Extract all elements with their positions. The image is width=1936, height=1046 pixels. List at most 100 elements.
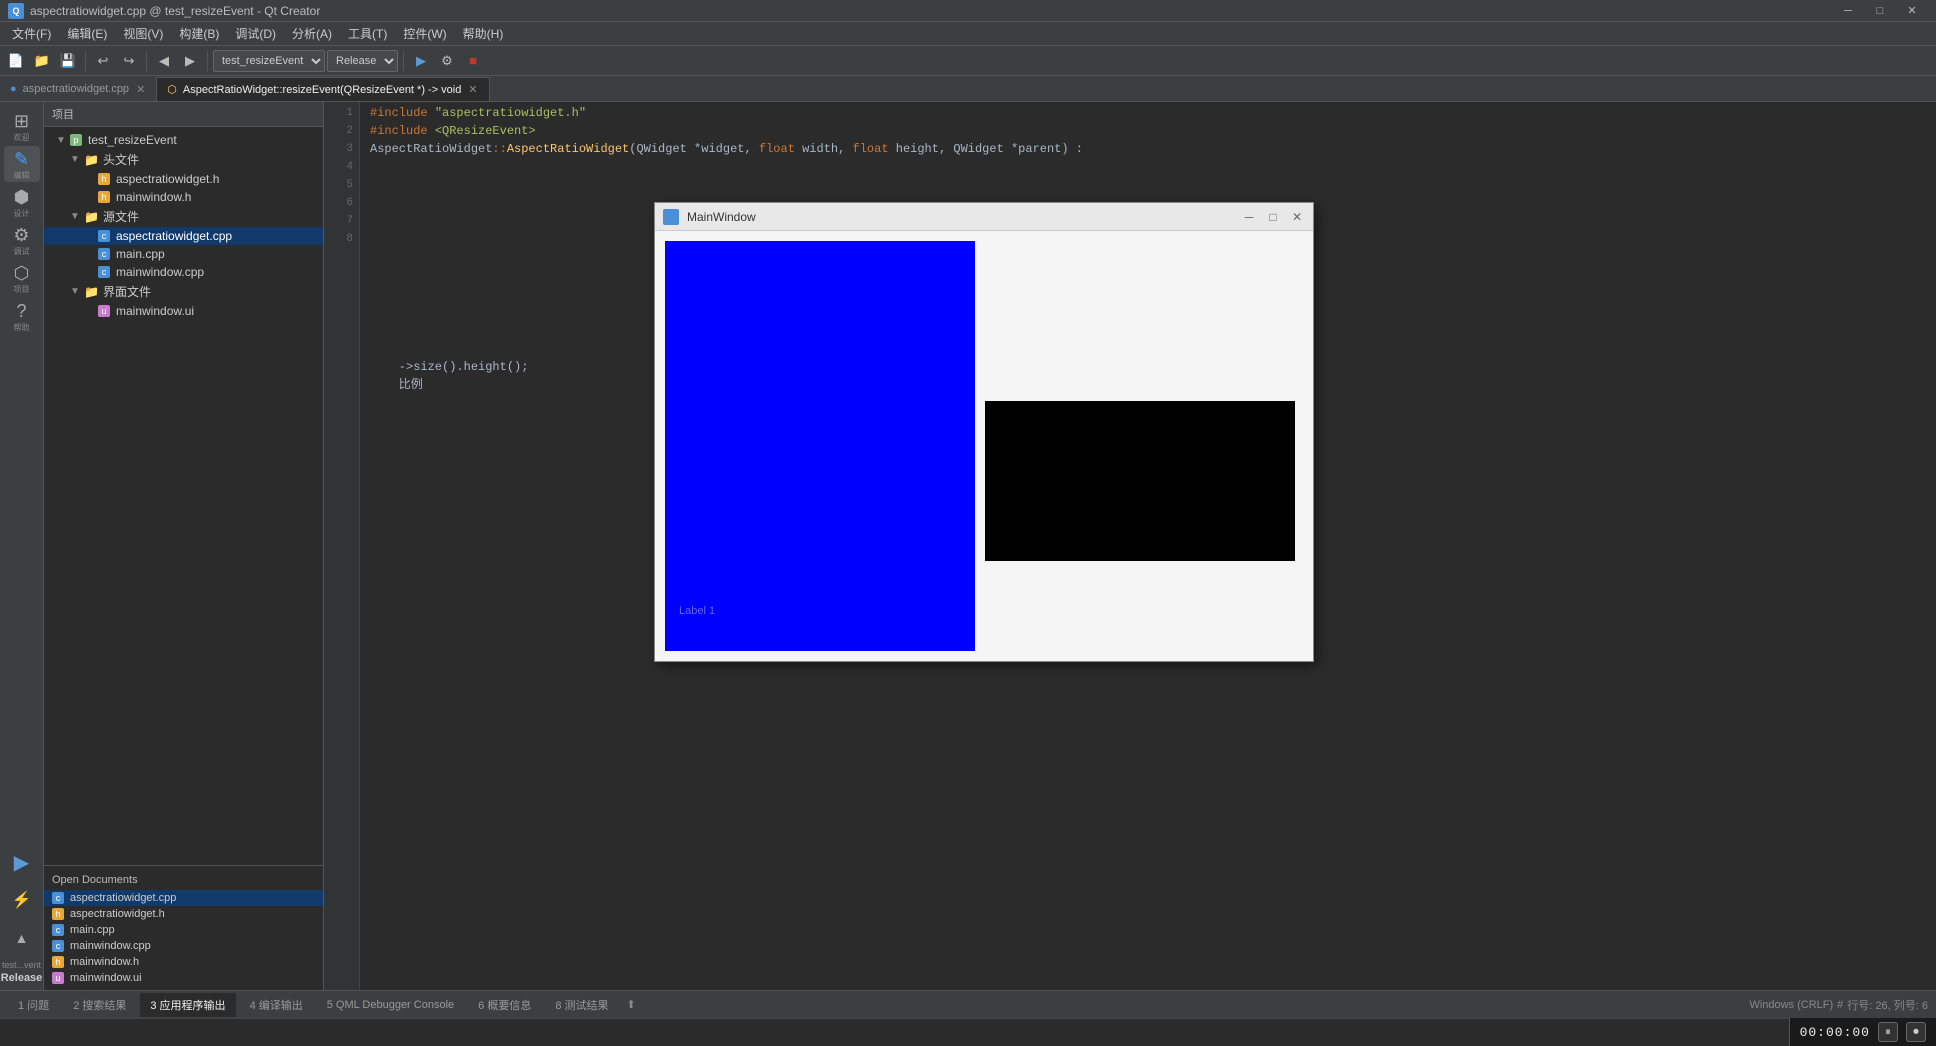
menu-tools[interactable]: 工具(T): [340, 22, 395, 45]
line-numbers: 1 2 3 4 5 6 7 8: [324, 102, 360, 990]
tree-item-ui-folder[interactable]: ▼ 📁 界面文件: [44, 281, 323, 302]
ui-icon: u: [98, 305, 110, 317]
window-controls: ─ □ ✕: [1832, 0, 1928, 22]
label-1-text: Label 1: [675, 601, 719, 621]
menu-debug[interactable]: 调试(D): [227, 22, 284, 45]
mainwindow-preview[interactable]: MainWindow ─ □ ✕ Label 1: [654, 202, 1314, 662]
tree-item-main-cpp[interactable]: c main.cpp: [44, 245, 323, 263]
mw-close[interactable]: ✕: [1289, 209, 1305, 225]
timer-pause-button[interactable]: ⏸: [1878, 1022, 1898, 1042]
toolbar-build[interactable]: ▶: [409, 49, 433, 73]
app-icon: Q: [8, 3, 24, 19]
menu-controls[interactable]: 控件(W): [395, 22, 454, 45]
debug-icon: ⚙: [13, 225, 29, 246]
menu-file[interactable]: 文件(F): [4, 22, 59, 45]
doc-item-mainwindow-h[interactable]: h mainwindow.h: [44, 954, 323, 970]
run-button[interactable]: ▶: [4, 844, 40, 880]
welcome-label: 欢迎: [14, 134, 30, 142]
menu-view[interactable]: 视图(V): [115, 22, 171, 45]
tab-close-1[interactable]: ✕: [135, 83, 146, 96]
line-num-6: 6: [346, 194, 353, 212]
timer-display: 00:00:00: [1800, 1025, 1870, 1040]
run-cmake-button[interactable]: ▲: [4, 920, 40, 956]
maximize-button[interactable]: □: [1864, 0, 1896, 22]
out-tab-tests[interactable]: 8 测试结果: [545, 993, 618, 1017]
close-button[interactable]: ✕: [1896, 0, 1928, 22]
build-run-button[interactable]: ⚡: [4, 882, 40, 918]
tab-bar: ● aspectratiowidget.cpp ✕ ⬡ AspectRatioW…: [0, 76, 1936, 102]
project-selector[interactable]: test_resizeEvent: [213, 50, 325, 72]
tab-resizeevent[interactable]: ⬡ AspectRatioWidget::resizeEvent(QResize…: [157, 77, 489, 101]
tab-close-2[interactable]: ✕: [467, 83, 478, 96]
sidebar-item-edit[interactable]: ✎ 编辑: [4, 146, 40, 182]
cpp-icon: c: [98, 230, 110, 242]
menu-analyze[interactable]: 分析(A): [284, 22, 340, 45]
project-tree[interactable]: ▼ p test_resizeEvent ▼ 📁 头文件 h aspectrat…: [44, 127, 323, 865]
line-num-3: 3: [346, 140, 353, 158]
out-tab-compile[interactable]: 4 编译输出: [240, 993, 313, 1017]
line-num-7: 7: [346, 212, 353, 230]
window-title: aspectratiowidget.cpp @ test_resizeEvent…: [30, 4, 1832, 18]
sidebar-item-welcome[interactable]: ⊞ 欢迎: [4, 108, 40, 144]
out-tab-issues[interactable]: 1 问题: [8, 993, 59, 1017]
scroll-up-icon[interactable]: ⬆: [627, 998, 636, 1011]
doc-item-aw-h[interactable]: h aspectratiowidget.h: [44, 906, 323, 922]
out-tab-app-output[interactable]: 3 应用程序输出: [140, 993, 235, 1017]
project-panel-title: 项目: [52, 106, 74, 122]
doc-item-main-cpp[interactable]: c main.cpp: [44, 922, 323, 938]
sidebar-item-design[interactable]: ⬢ 设计: [4, 184, 40, 220]
sidebar-item-projects[interactable]: ⬡ 项目: [4, 260, 40, 296]
line-num-4: 4: [346, 158, 353, 176]
toolbar-redo[interactable]: ↪: [117, 49, 141, 73]
cpp-icon3: c: [98, 266, 110, 278]
timer-record-button[interactable]: ⏺: [1906, 1022, 1926, 1042]
cpp-file-icon: ●: [10, 83, 17, 95]
build-config-selector[interactable]: Release Debug: [327, 50, 398, 72]
out-tab-overview[interactable]: 6 概要信息: [468, 993, 541, 1017]
doc-item-aw-cpp[interactable]: c aspectratiowidget.cpp: [44, 890, 323, 906]
tree-item-sources-folder[interactable]: ▼ 📁 源文件: [44, 206, 323, 227]
menu-help[interactable]: 帮助(H): [455, 22, 512, 45]
folder-icon: 📁: [84, 153, 99, 167]
sidebar-item-debug[interactable]: ⚙ 调试: [4, 222, 40, 258]
line-num-5: 5: [346, 176, 353, 194]
toolbar-open[interactable]: 📁: [30, 49, 54, 73]
tab-aspectratiowidget-cpp[interactable]: ● aspectratiowidget.cpp ✕: [0, 77, 157, 101]
minimize-button[interactable]: ─: [1832, 0, 1864, 22]
doc-label-main-cpp: main.cpp: [70, 924, 115, 936]
doc-item-mainwindow-cpp[interactable]: c mainwindow.cpp: [44, 938, 323, 954]
tree-label-mainwindow-cpp: mainwindow.cpp: [116, 265, 204, 279]
help-icon: ?: [16, 301, 26, 322]
editor-area[interactable]: 1 2 3 4 5 6 7 8 #include "aspectratiowid…: [324, 102, 1936, 990]
toolbar-forward[interactable]: ▶: [178, 49, 202, 73]
tree-item-aspectratiowidget-h[interactable]: h aspectratiowidget.h: [44, 170, 323, 188]
tree-item-mainwindow-cpp[interactable]: c mainwindow.cpp: [44, 263, 323, 281]
doc-item-mainwindow-ui[interactable]: u mainwindow.ui: [44, 970, 323, 986]
menu-edit[interactable]: 编辑(E): [59, 22, 115, 45]
projects-label: 项目: [14, 286, 30, 294]
toolbar-back[interactable]: ◀: [152, 49, 176, 73]
toolbar-stop[interactable]: ■: [461, 49, 485, 73]
toolbar-debug[interactable]: ⚙: [435, 49, 459, 73]
tree-item-mainwindow-h[interactable]: h mainwindow.h: [44, 188, 323, 206]
tree-item-mainwindow-ui[interactable]: u mainwindow.ui: [44, 302, 323, 320]
doc-label-aw-cpp: aspectratiowidget.cpp: [70, 892, 176, 904]
release-label: Release: [1, 972, 43, 984]
out-tab-qml[interactable]: 5 QML Debugger Console: [317, 995, 464, 1015]
out-tab-search[interactable]: 2 搜索结果: [63, 993, 136, 1017]
toolbar-save[interactable]: 💾: [56, 49, 80, 73]
tree-item-headers-folder[interactable]: ▼ 📁 头文件: [44, 149, 323, 170]
help-label: 帮助: [14, 324, 30, 332]
toolbar-new[interactable]: 📄: [4, 49, 28, 73]
code-line-1: #include "aspectratiowidget.h": [370, 104, 1926, 122]
build-mode-label: test...vent: [2, 960, 41, 970]
doc-label-mainwindow-cpp: mainwindow.cpp: [70, 940, 151, 952]
menu-build[interactable]: 构建(B): [171, 22, 227, 45]
tree-item-aspectratiowidget-cpp[interactable]: c aspectratiowidget.cpp: [44, 227, 323, 245]
tree-label-mainwindow-ui: mainwindow.ui: [116, 304, 194, 318]
mw-minimize[interactable]: ─: [1241, 209, 1257, 225]
sidebar-item-help[interactable]: ? 帮助: [4, 298, 40, 334]
mw-maximize[interactable]: □: [1265, 209, 1281, 225]
toolbar-undo[interactable]: ↩: [91, 49, 115, 73]
tree-item-project[interactable]: ▼ p test_resizeEvent: [44, 131, 323, 149]
